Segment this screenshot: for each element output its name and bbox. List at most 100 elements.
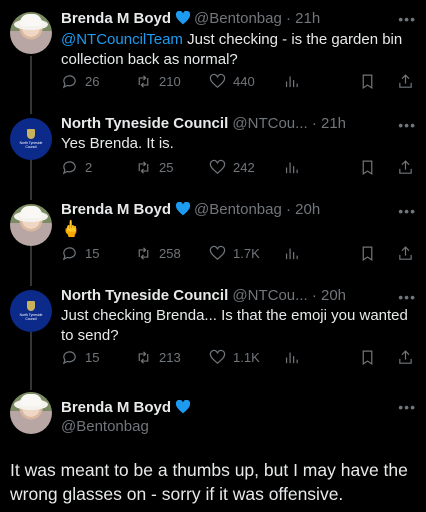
retweet-count: 210 xyxy=(159,74,181,89)
share-icon xyxy=(399,246,412,260)
more-options-button[interactable]: ••• xyxy=(398,117,416,133)
tweet-text: @NTCouncilTeam Just checking - is the ga… xyxy=(61,31,403,68)
author-name[interactable]: Brenda M Boyd xyxy=(61,201,171,218)
like-count: 1.1K xyxy=(233,350,260,365)
retweet-count: 213 xyxy=(159,350,181,365)
analytics-icon xyxy=(285,248,298,260)
verified-heart-icon xyxy=(175,11,191,25)
tweet-text: Just checking Brenda... Is that the emoj… xyxy=(61,307,408,344)
retweet-icon xyxy=(138,161,149,174)
reply-icon xyxy=(62,351,76,365)
tweet-header: North Tyneside Council @NTCou... · 20h xyxy=(61,287,346,304)
reply-button[interactable]: 15 xyxy=(61,245,99,262)
crest-icon xyxy=(27,301,35,311)
tweet[interactable]: North Tyneside Council North Tyneside Co… xyxy=(0,110,426,198)
views-button[interactable] xyxy=(283,73,300,90)
verified-heart-icon xyxy=(175,400,191,414)
timestamp[interactable]: · 20h xyxy=(286,201,320,218)
retweet-count: 258 xyxy=(159,246,181,261)
reply-button[interactable]: 26 xyxy=(61,73,99,90)
tweet-header: Brenda M Boyd @Bentonbag · 21h xyxy=(61,10,320,27)
author-handle[interactable]: @Bentonbag xyxy=(194,10,282,27)
tweet-actions: 2 25 242 xyxy=(61,159,415,177)
avatar-logo-text: North Tyneside Council xyxy=(19,313,43,321)
tweet-text: It was meant to be a thumbs up, but I ma… xyxy=(10,460,408,504)
share-button[interactable] xyxy=(397,349,414,366)
retweet-icon xyxy=(138,351,149,364)
heart-icon xyxy=(209,349,226,364)
share-icon xyxy=(399,160,412,174)
retweet-button[interactable]: 210 xyxy=(135,73,181,90)
verified-heart-icon xyxy=(175,202,191,216)
analytics-icon xyxy=(285,352,298,364)
tweet[interactable]: Brenda M Boyd @Bentonbag · 21h ••• @NTCou… xyxy=(0,0,426,110)
author-handle[interactable]: @Bentonbag xyxy=(61,418,149,435)
like-count: 1.7K xyxy=(233,246,260,261)
share-icon xyxy=(399,74,412,88)
tweet[interactable]: Brenda M Boyd @Bentonbag · 20h ••• 🖕 15 2… xyxy=(0,198,426,284)
retweet-icon xyxy=(138,75,149,88)
retweet-button[interactable]: 258 xyxy=(135,245,181,262)
bookmark-icon xyxy=(362,350,373,366)
more-options-button[interactable]: ••• xyxy=(398,11,416,27)
share-button[interactable] xyxy=(397,73,414,90)
more-options-button[interactable]: ••• xyxy=(398,399,416,415)
retweet-count: 25 xyxy=(159,160,174,175)
mention-link[interactable]: @NTCouncilTeam xyxy=(61,31,183,48)
more-options-button[interactable]: ••• xyxy=(398,289,416,305)
timestamp[interactable]: · 21h xyxy=(286,10,320,27)
author-handle[interactable]: @NTCou... xyxy=(232,287,307,304)
focused-tweet[interactable]: Brenda M Boyd @Bentonbag ••• It was mean… xyxy=(0,384,426,512)
like-button[interactable]: 1.7K xyxy=(209,245,260,262)
like-button[interactable]: 242 xyxy=(209,159,255,176)
timestamp[interactable]: · 21h xyxy=(312,115,346,132)
avatar-logo-text: North Tyneside Council xyxy=(19,141,43,149)
share-button[interactable] xyxy=(397,245,414,262)
heart-icon xyxy=(209,159,226,174)
reply-button[interactable]: 15 xyxy=(61,349,99,366)
author-name[interactable]: Brenda M Boyd xyxy=(61,399,171,416)
tweet-actions: 15 213 1.1K xyxy=(61,349,415,367)
avatar[interactable] xyxy=(10,204,52,246)
reply-icon xyxy=(62,75,76,89)
like-count: 242 xyxy=(233,160,255,175)
bookmark-button[interactable] xyxy=(359,159,376,176)
tweet[interactable]: North Tyneside Council North Tyneside Co… xyxy=(0,284,426,384)
author-name[interactable]: North Tyneside Council xyxy=(61,115,228,132)
bookmark-button[interactable] xyxy=(359,73,376,90)
tweet-header: Brenda M Boyd xyxy=(61,399,194,416)
reply-icon xyxy=(62,247,76,261)
retweet-button[interactable]: 213 xyxy=(135,349,181,366)
author-name[interactable]: North Tyneside Council xyxy=(61,287,228,304)
like-button[interactable]: 440 xyxy=(209,73,255,90)
bookmark-button[interactable] xyxy=(359,245,376,262)
share-icon xyxy=(399,350,412,364)
reply-button[interactable]: 2 xyxy=(61,159,92,176)
timestamp[interactable]: · 20h xyxy=(312,287,346,304)
retweet-button[interactable]: 25 xyxy=(135,159,173,176)
avatar[interactable]: North Tyneside Council xyxy=(10,290,52,332)
avatar[interactable] xyxy=(10,392,52,434)
avatar[interactable] xyxy=(10,12,52,54)
like-button[interactable]: 1.1K xyxy=(209,349,260,366)
author-handle[interactable]: @NTCou... xyxy=(232,115,307,132)
reply-count: 15 xyxy=(85,246,100,261)
reply-icon xyxy=(62,161,76,175)
share-button[interactable] xyxy=(397,159,414,176)
retweet-icon xyxy=(138,247,149,260)
views-button[interactable] xyxy=(283,349,300,366)
tweet-actions: 15 258 1.7K xyxy=(61,245,415,263)
avatar[interactable]: North Tyneside Council xyxy=(10,118,52,160)
bookmark-icon xyxy=(362,246,373,262)
bookmark-button[interactable] xyxy=(359,349,376,366)
bookmark-icon xyxy=(362,74,373,90)
views-button[interactable] xyxy=(283,159,300,176)
author-handle[interactable]: @Bentonbag xyxy=(194,201,282,218)
author-name[interactable]: Brenda M Boyd xyxy=(61,10,171,27)
tweet-header: Brenda M Boyd @Bentonbag · 20h xyxy=(61,201,320,218)
reply-count: 15 xyxy=(85,350,100,365)
like-count: 440 xyxy=(233,74,255,89)
more-options-button[interactable]: ••• xyxy=(398,203,416,219)
crest-icon xyxy=(27,129,35,139)
views-button[interactable] xyxy=(283,245,300,262)
